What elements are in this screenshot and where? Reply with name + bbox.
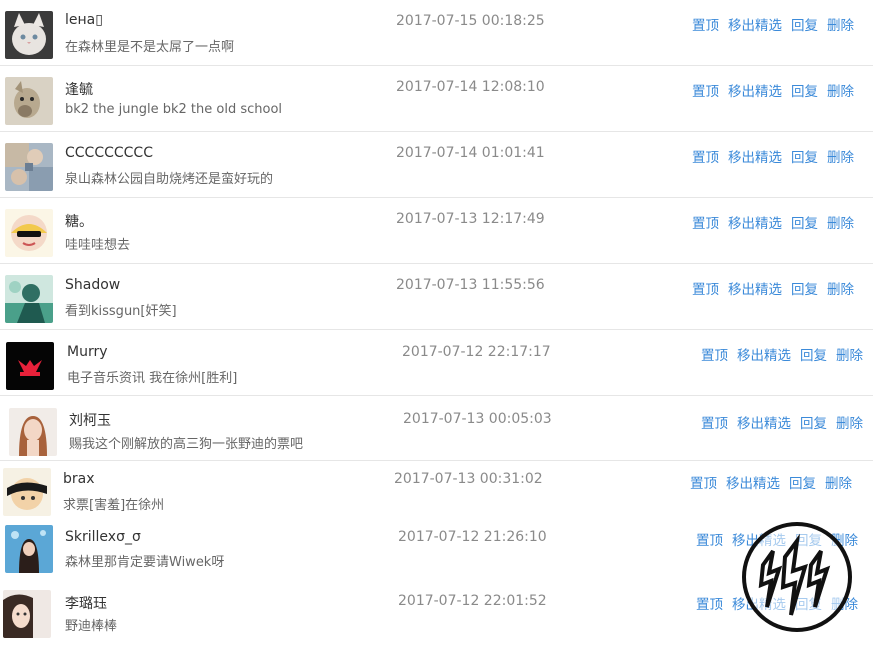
pin-button[interactable]: 置顶 [701, 416, 728, 432]
comment-username[interactable]: Shadow [65, 277, 120, 293]
pin-button[interactable]: 置顶 [692, 150, 719, 166]
cartoon-sunglasses-avatar[interactable] [5, 209, 53, 257]
comment-username[interactable]: CCCCCCCCC [65, 145, 153, 161]
comment-text: 泉山森林公园自助烧烤还是蛮好玩的 [65, 172, 274, 187]
unfeature-button[interactable]: 移出精选 [728, 18, 782, 34]
pin-button[interactable]: 置顶 [701, 348, 728, 364]
comment-username[interactable]: 刘柯玉 [69, 410, 111, 430]
delete-button[interactable]: 删除 [827, 216, 854, 232]
pin-button[interactable]: 置顶 [692, 18, 719, 34]
comment-actions: 置顶移出精选回复删除 [701, 412, 863, 432]
lightning-bolt-logo-watermark [741, 521, 853, 633]
reply-button[interactable]: 回复 [789, 476, 816, 492]
comment-text: 野迪棒棒 [65, 619, 118, 634]
comment-list: lенa▯ 在森林里是不是太屌了一点啊 2017-07-15 00:18:25 … [0, 0, 873, 647]
reply-button[interactable]: 回复 [800, 416, 827, 432]
comment-timestamp: 2017-07-13 00:31:02 [394, 471, 543, 487]
delete-button[interactable]: 删除 [825, 476, 852, 492]
hand-face-avatar[interactable] [3, 468, 51, 516]
comment-timestamp: 2017-07-12 22:01:52 [398, 593, 547, 609]
comment-actions: 置顶移出精选回复删除 [690, 472, 852, 492]
dog-avatar[interactable] [5, 77, 53, 125]
delete-button[interactable]: 删除 [836, 416, 863, 432]
comment-row: brax 求票[害羞]在徐州 2017-07-13 00:31:02 置顶 移出精… [0, 461, 873, 519]
reply-button[interactable]: 回复 [791, 150, 818, 166]
comment-actions: 置顶移出精选回复删除 [692, 14, 854, 34]
delete-button[interactable]: 删除 [827, 282, 854, 298]
reply-button[interactable]: 回复 [791, 282, 818, 298]
unfeature-button[interactable]: 移出精选 [728, 216, 782, 232]
comment-username[interactable]: brax [63, 471, 95, 487]
comment-row: CCCCCCCCC 泉山森林公园自助烧烤还是蛮好玩的 2017-07-14 01… [0, 132, 873, 198]
comment-text: 森林里那肯定要请Wiwek呀 [65, 555, 225, 570]
green-figure-avatar[interactable] [5, 275, 53, 323]
comment-actions: 置顶移出精选回复删除 [692, 80, 854, 100]
unfeature-button[interactable]: 移出精选 [737, 416, 791, 432]
comment-timestamp: 2017-07-15 00:18:25 [396, 13, 545, 29]
comment-row: 糖。 哇哇哇想去 2017-07-13 12:17:49 置顶 移出精选 回复 删除 [0, 198, 873, 264]
pin-button[interactable]: 置顶 [692, 216, 719, 232]
comment-timestamp: 2017-07-14 12:08:10 [396, 79, 545, 95]
pin-button[interactable]: 置顶 [696, 533, 723, 549]
blue-girl-avatar[interactable] [5, 525, 53, 573]
comment-text: 赐我这个刚解放的高三狗一张野迪的票吧 [69, 437, 304, 452]
comment-text: 在森林里是不是太屌了一点啊 [65, 40, 235, 55]
delete-button[interactable]: 删除 [827, 150, 854, 166]
red-logo-avatar[interactable] [6, 342, 54, 390]
comment-username[interactable]: 李璐珏 [65, 593, 107, 613]
unfeature-button[interactable]: 移出精选 [728, 84, 782, 100]
delete-button[interactable]: 删除 [827, 18, 854, 34]
reply-button[interactable]: 回复 [800, 348, 827, 364]
girl-portrait-avatar[interactable] [9, 408, 57, 456]
comment-actions: 置顶移出精选回复删除 [692, 212, 854, 232]
pin-button[interactable]: 置顶 [692, 84, 719, 100]
delete-button[interactable]: 删除 [827, 84, 854, 100]
reply-button[interactable]: 回复 [791, 18, 818, 34]
reply-button[interactable]: 回复 [791, 84, 818, 100]
comment-row: Murry 电子音乐资讯 我在徐州[胜利] 2017-07-12 22:17:1… [0, 330, 873, 396]
pin-button[interactable]: 置顶 [690, 476, 717, 492]
comment-username[interactable]: 糖。 [65, 211, 93, 231]
comment-row: lенa▯ 在森林里是不是太屌了一点啊 2017-07-15 00:18:25 … [0, 0, 873, 66]
reply-button[interactable]: 回复 [791, 216, 818, 232]
white-cat-avatar[interactable] [5, 11, 53, 59]
comment-row: Shadow 看到kissgun[奸笑] 2017-07-13 11:55:56… [0, 264, 873, 330]
pin-button[interactable]: 置顶 [692, 282, 719, 298]
comment-username[interactable]: Skrillexσ_σ [65, 529, 141, 545]
comment-text: 哇哇哇想去 [65, 238, 131, 253]
comment-text: 电子音乐资讯 我在徐州[胜利] [67, 371, 238, 386]
comment-text: bk2 the jungle bk2 the old school [65, 102, 283, 117]
unfeature-button[interactable]: 移出精选 [728, 282, 782, 298]
girl-face-avatar[interactable] [3, 590, 51, 638]
comment-text: 求票[害羞]在徐州 [63, 498, 165, 513]
comment-username[interactable]: lенa▯ [65, 12, 103, 28]
unfeature-button[interactable]: 移出精选 [726, 476, 780, 492]
comment-actions: 置顶移出精选回复删除 [701, 344, 863, 364]
unfeature-button[interactable]: 移出精选 [737, 348, 791, 364]
comment-timestamp: 2017-07-12 22:17:17 [402, 344, 551, 360]
comment-timestamp: 2017-07-14 01:01:41 [396, 145, 545, 161]
comment-timestamp: 2017-07-13 11:55:56 [396, 277, 545, 293]
unfeature-button[interactable]: 移出精选 [728, 150, 782, 166]
comment-username[interactable]: 逢毓 [65, 79, 93, 99]
comment-actions: 置顶移出精选回复删除 [692, 278, 854, 298]
comment-timestamp: 2017-07-12 21:26:10 [398, 529, 547, 545]
comment-text: 看到kissgun[奸笑] [65, 304, 177, 319]
comment-row: 刘柯玉 赐我这个刚解放的高三狗一张野迪的票吧 2017-07-13 00:05:… [0, 397, 873, 461]
collage-avatar[interactable] [5, 143, 53, 191]
comment-row: 逢毓 bk2 the jungle bk2 the old school 201… [0, 66, 873, 132]
pin-button[interactable]: 置顶 [696, 597, 723, 613]
comment-actions: 置顶移出精选回复删除 [692, 146, 854, 166]
comment-username[interactable]: Murry [67, 344, 108, 360]
comment-timestamp: 2017-07-13 00:05:03 [403, 411, 552, 427]
comment-timestamp: 2017-07-13 12:17:49 [396, 211, 545, 227]
delete-button[interactable]: 删除 [836, 348, 863, 364]
